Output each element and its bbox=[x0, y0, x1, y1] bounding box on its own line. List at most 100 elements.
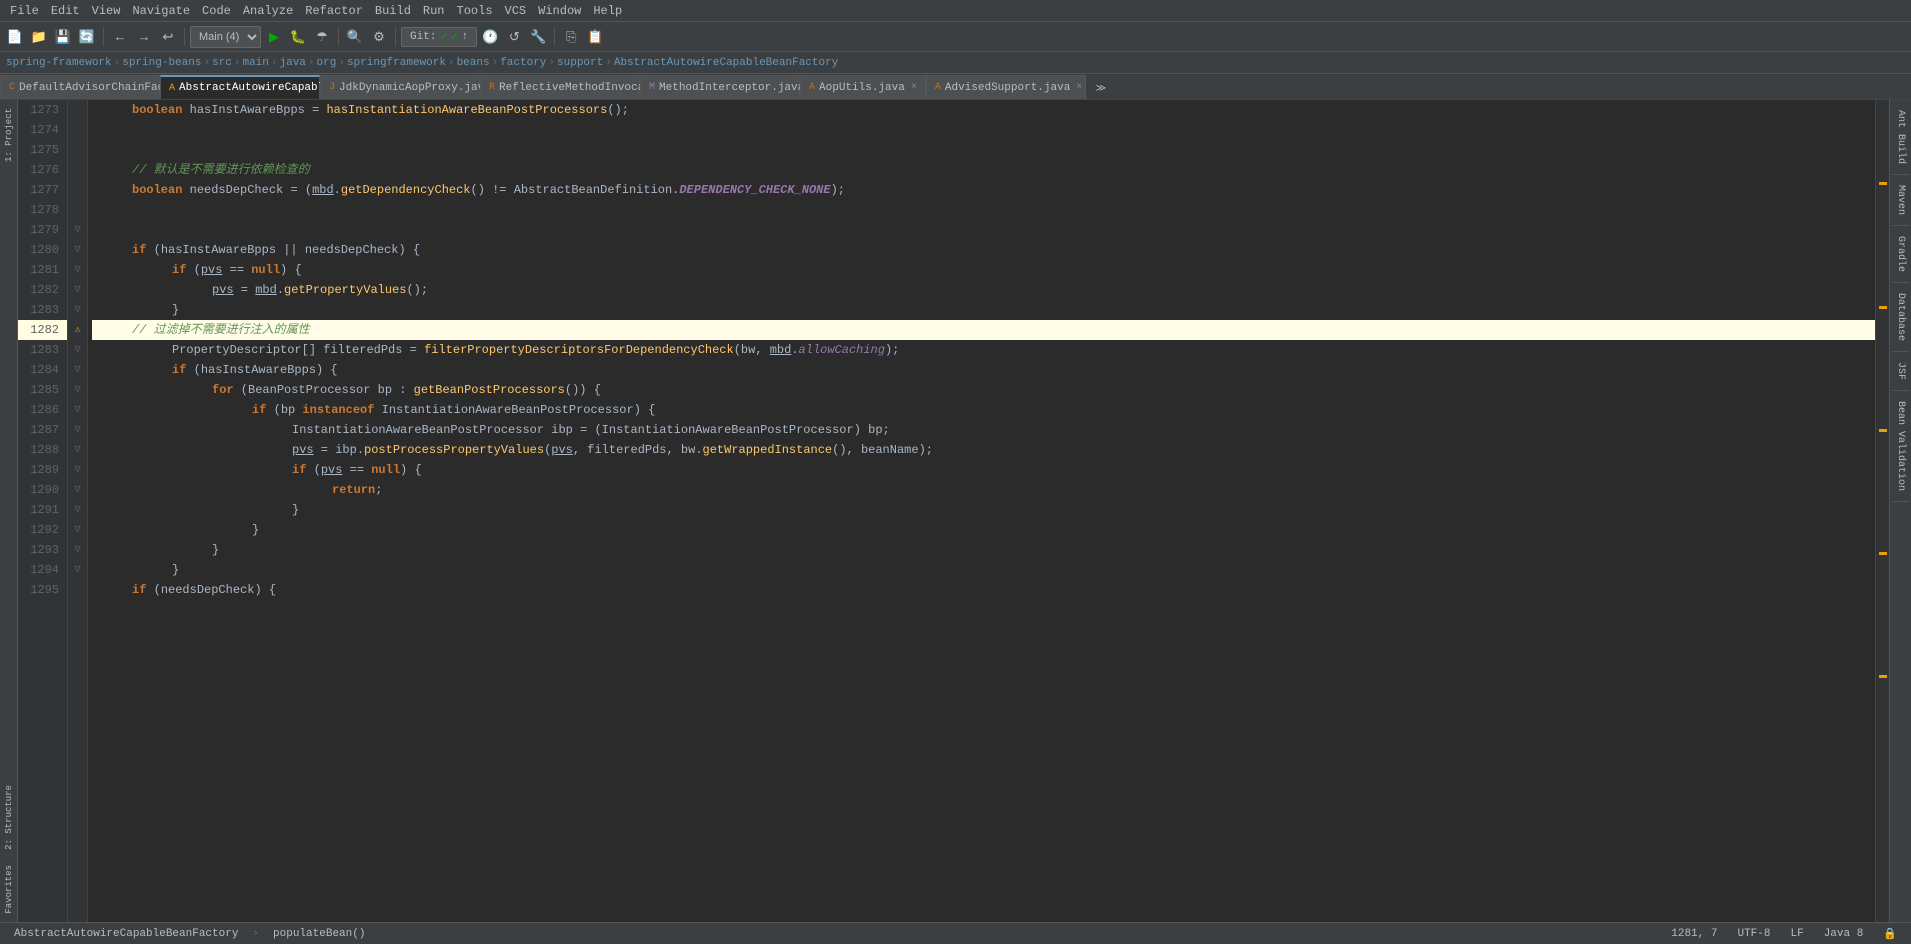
toolbar-annotate[interactable]: 🔧 bbox=[527, 26, 549, 48]
menu-help[interactable]: Help bbox=[587, 2, 628, 20]
menu-vcs[interactable]: VCS bbox=[499, 2, 533, 20]
menu-tools[interactable]: Tools bbox=[451, 2, 499, 20]
bc-beans[interactable]: beans bbox=[457, 57, 490, 69]
toolbar-coverage[interactable]: ☂ bbox=[311, 26, 333, 48]
menu-build[interactable]: Build bbox=[369, 2, 417, 20]
bc-src[interactable]: src bbox=[212, 57, 232, 69]
tab-close-aoputils[interactable]: × bbox=[911, 82, 917, 93]
tab-aoputils[interactable]: A AopUtils.java × bbox=[800, 75, 926, 99]
gutter-1288[interactable]: ▽ bbox=[68, 400, 87, 420]
tab-overflow[interactable]: ≫ bbox=[1090, 77, 1112, 99]
gutter-1292[interactable]: ▽ bbox=[68, 480, 87, 500]
panel-bean-validation[interactable]: Bean Validation bbox=[1892, 391, 1909, 502]
scroll-marks[interactable] bbox=[1875, 100, 1889, 922]
toolbar-sync[interactable]: 🔄 bbox=[76, 26, 98, 48]
menu-refactor[interactable]: Refactor bbox=[299, 2, 369, 20]
tab-icon-abstractautowire: A bbox=[169, 83, 175, 94]
panel-gradle[interactable]: Gradle bbox=[1892, 226, 1909, 283]
toolbar-save[interactable]: 💾 bbox=[52, 26, 74, 48]
gutter-1286[interactable]: ▽ bbox=[68, 360, 87, 380]
toolbar-debug[interactable]: 🐛 bbox=[287, 26, 309, 48]
gutter-1291[interactable]: ▽ bbox=[68, 460, 87, 480]
menu-run[interactable]: Run bbox=[417, 2, 451, 20]
bc-java[interactable]: java bbox=[280, 57, 306, 69]
toolbar-undo-nav[interactable]: ↩ bbox=[157, 26, 179, 48]
panel-maven[interactable]: Maven bbox=[1892, 175, 1909, 226]
panel-ant-build[interactable]: Ant Build bbox=[1892, 100, 1909, 175]
code-area[interactable]: boolean hasInstAwareBpps = hasInstantiat… bbox=[88, 100, 1875, 922]
tab-close-advisedsupport[interactable]: × bbox=[1076, 82, 1082, 93]
toolbar-forward[interactable]: → bbox=[133, 26, 155, 48]
toolbar-search[interactable]: 🔍 bbox=[344, 26, 366, 48]
gutter-1283[interactable]: ▽ bbox=[68, 300, 87, 320]
menu-window[interactable]: Window bbox=[532, 2, 587, 20]
toolbar-back[interactable]: ← bbox=[109, 26, 131, 48]
gutter-1289[interactable]: ▽ bbox=[68, 420, 87, 440]
bc-spring-framework[interactable]: spring-framework bbox=[6, 57, 112, 69]
bc-main[interactable]: main bbox=[242, 57, 268, 69]
bc-spring-beans[interactable]: spring-beans bbox=[122, 57, 201, 69]
menu-file[interactable]: File bbox=[4, 2, 45, 20]
bc-sep7: › bbox=[448, 57, 455, 69]
bc-support[interactable]: support bbox=[557, 57, 603, 69]
bc-factory[interactable]: factory bbox=[500, 57, 546, 69]
run-config-dropdown[interactable]: Main (4) bbox=[190, 26, 261, 48]
gutter-1287[interactable]: ▽ bbox=[68, 380, 87, 400]
gutter-1285[interactable]: ▽ bbox=[68, 340, 87, 360]
tab-abstractautowire[interactable]: A AbstractAutowireCapableBeanFactory.jav… bbox=[160, 75, 320, 99]
status-encoding[interactable]: UTF-8 bbox=[1731, 928, 1776, 940]
git-update[interactable]: ↑ bbox=[462, 31, 469, 43]
menu-edit[interactable]: Edit bbox=[45, 2, 86, 20]
bc-org[interactable]: org bbox=[317, 57, 337, 69]
bc-springframework[interactable]: springframework bbox=[347, 57, 446, 69]
tab-methodinterceptor[interactable]: M MethodInterceptor.java × bbox=[640, 75, 800, 99]
status-cursor: 1281, 7 bbox=[1665, 928, 1723, 940]
toolbar-open[interactable]: 📁 bbox=[28, 26, 50, 48]
gutter-1280[interactable]: ▽ bbox=[68, 240, 87, 260]
bc-sep4: › bbox=[271, 57, 278, 69]
gutter-1295[interactable]: ▽ bbox=[68, 540, 87, 560]
gutter-1279[interactable]: ▽ bbox=[68, 220, 87, 240]
panel-jsf[interactable]: JSF bbox=[1892, 352, 1909, 391]
menu-view[interactable]: View bbox=[86, 2, 127, 20]
panel-database[interactable]: Database bbox=[1892, 283, 1909, 352]
tab-reflective[interactable]: R ReflectiveMethodInvocation.java × bbox=[480, 75, 640, 99]
gutter-1293[interactable]: ▽ bbox=[68, 500, 87, 520]
bc-class[interactable]: AbstractAutowireCapableBeanFactory bbox=[614, 57, 838, 69]
toolbar-run[interactable]: ▶ bbox=[263, 26, 285, 48]
tab-defaultadvisor[interactable]: C DefaultAdvisorChainFactory.java × bbox=[0, 75, 160, 99]
breadcrumb: spring-framework › spring-beans › src › … bbox=[0, 52, 1911, 74]
menu-analyze[interactable]: Analyze bbox=[237, 2, 299, 20]
status-linefeed[interactable]: LF bbox=[1784, 928, 1809, 940]
sep3 bbox=[338, 28, 339, 46]
toolbar-copy[interactable]: ⎘ bbox=[560, 26, 582, 48]
ln-1291: 1289 bbox=[18, 460, 67, 480]
right-panel: Ant Build Maven Gradle Database JSF Bean… bbox=[1889, 100, 1911, 922]
tab-jdkdynamic[interactable]: J JdkDynamicAopProxy.java × bbox=[320, 75, 480, 99]
gutter-1296[interactable]: ▽ bbox=[68, 560, 87, 580]
toolbar-revert[interactable]: ↺ bbox=[503, 26, 525, 48]
panel-favorites[interactable]: Favorites bbox=[2, 857, 16, 922]
gutter-1294[interactable]: ▽ bbox=[68, 520, 87, 540]
toolbar-paste[interactable]: 📋 bbox=[584, 26, 606, 48]
status-method[interactable]: populateBean() bbox=[267, 928, 371, 940]
gutter-1281[interactable]: ▽ bbox=[68, 260, 87, 280]
ln-1289: 1287 bbox=[18, 420, 67, 440]
gutter-1282[interactable]: ▽ bbox=[68, 280, 87, 300]
code-line-1288: if (bp instanceof InstantiationAwareBean… bbox=[92, 400, 1875, 420]
panel-project[interactable]: 1: Project bbox=[2, 100, 16, 170]
toolbar-settings[interactable]: ⚙ bbox=[368, 26, 390, 48]
code-line-1291: if (pvs == null) { bbox=[92, 460, 1875, 480]
tab-advisedsupport[interactable]: A AdvisedSupport.java × bbox=[926, 75, 1086, 99]
status-java-version: Java 8 bbox=[1818, 928, 1870, 940]
toolbar-new[interactable]: 📄 bbox=[4, 26, 26, 48]
bc-sep1: › bbox=[114, 57, 121, 69]
toolbar-history[interactable]: 🕐 bbox=[479, 26, 501, 48]
git-push[interactable]: ✓ bbox=[451, 30, 458, 44]
panel-structure[interactable]: 2: Structure bbox=[2, 777, 16, 858]
menu-code[interactable]: Code bbox=[196, 2, 237, 20]
gutter-1290[interactable]: ▽ bbox=[68, 440, 87, 460]
status-path[interactable]: AbstractAutowireCapableBeanFactory bbox=[8, 928, 244, 940]
scroll-mark-2 bbox=[1879, 306, 1887, 309]
menu-navigate[interactable]: Navigate bbox=[126, 2, 196, 20]
